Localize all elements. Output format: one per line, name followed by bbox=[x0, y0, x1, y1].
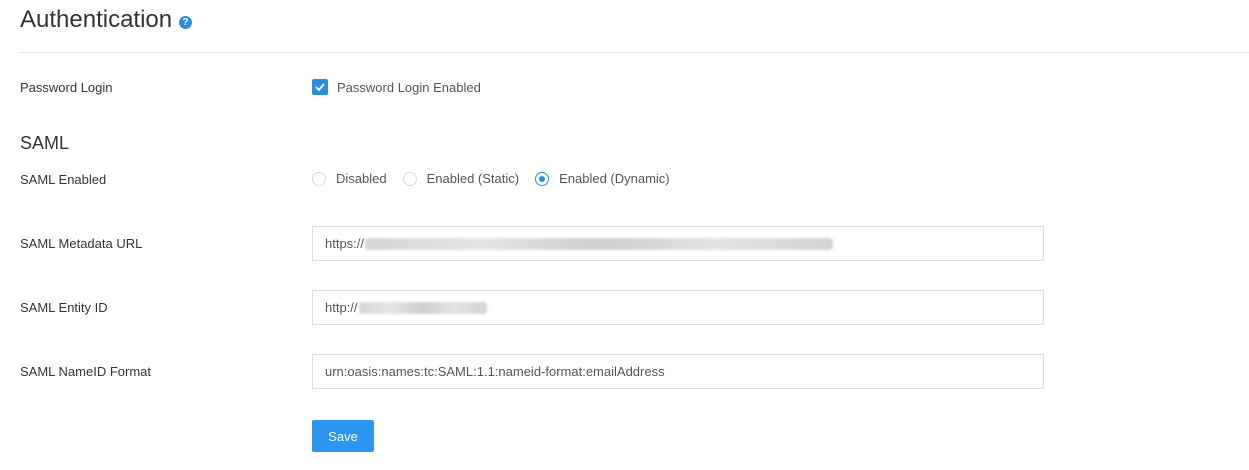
authentication-settings-page: Authentication ? Password Login Password… bbox=[0, 0, 1249, 470]
redacted-entity-id-text bbox=[358, 301, 487, 314]
password-login-label: Password Login bbox=[20, 80, 113, 95]
help-circle-icon[interactable]: ? bbox=[179, 15, 193, 29]
saml-entity-id-label: SAML Entity ID bbox=[20, 300, 108, 315]
saml-metadata-url-label: SAML Metadata URL bbox=[20, 236, 143, 251]
saml-nameid-format-value: urn:oasis:names:tc:SAML:1.1:nameid-forma… bbox=[325, 364, 665, 379]
page-title: Authentication bbox=[20, 6, 173, 33]
header-divider bbox=[20, 52, 1249, 53]
radio-option-enabled-static[interactable]: Enabled (Static) bbox=[402, 171, 520, 186]
password-login-checkbox-row[interactable]: Password Login Enabled bbox=[312, 79, 481, 95]
radio-disabled[interactable] bbox=[312, 171, 326, 186]
saml-enabled-radio-group: Disabled Enabled (Static) Enabled (Dynam… bbox=[312, 171, 686, 186]
radio-enabled-static[interactable] bbox=[402, 171, 417, 186]
saml-metadata-url-value: https:// bbox=[325, 236, 365, 251]
password-login-checkbox-label: Password Login Enabled bbox=[337, 79, 481, 95]
checkmark-icon bbox=[315, 83, 325, 91]
saml-section-title: SAML bbox=[20, 133, 70, 153]
redacted-url-text bbox=[365, 237, 834, 250]
radio-enabled-dynamic-label: Enabled (Dynamic) bbox=[559, 171, 670, 186]
title-row: Authentication ? bbox=[20, 5, 193, 35]
save-button[interactable]: Save bbox=[312, 420, 374, 452]
saml-entity-id-value: http:// bbox=[325, 300, 358, 315]
password-login-checkbox[interactable] bbox=[312, 79, 328, 95]
radio-enabled-dynamic[interactable] bbox=[535, 171, 550, 186]
saml-metadata-url-input[interactable]: https:// bbox=[312, 226, 1044, 261]
radio-option-disabled[interactable]: Disabled bbox=[312, 171, 387, 186]
radio-disabled-label: Disabled bbox=[336, 171, 387, 186]
saml-enabled-label: SAML Enabled bbox=[20, 172, 107, 187]
radio-option-enabled-dynamic[interactable]: Enabled (Dynamic) bbox=[535, 171, 670, 186]
saml-entity-id-input[interactable]: http:// bbox=[312, 290, 1044, 325]
saml-nameid-format-input[interactable]: urn:oasis:names:tc:SAML:1.1:nameid-forma… bbox=[312, 354, 1044, 389]
radio-enabled-static-label: Enabled (Static) bbox=[426, 171, 520, 186]
saml-nameid-format-label: SAML NameID Format bbox=[20, 364, 151, 379]
